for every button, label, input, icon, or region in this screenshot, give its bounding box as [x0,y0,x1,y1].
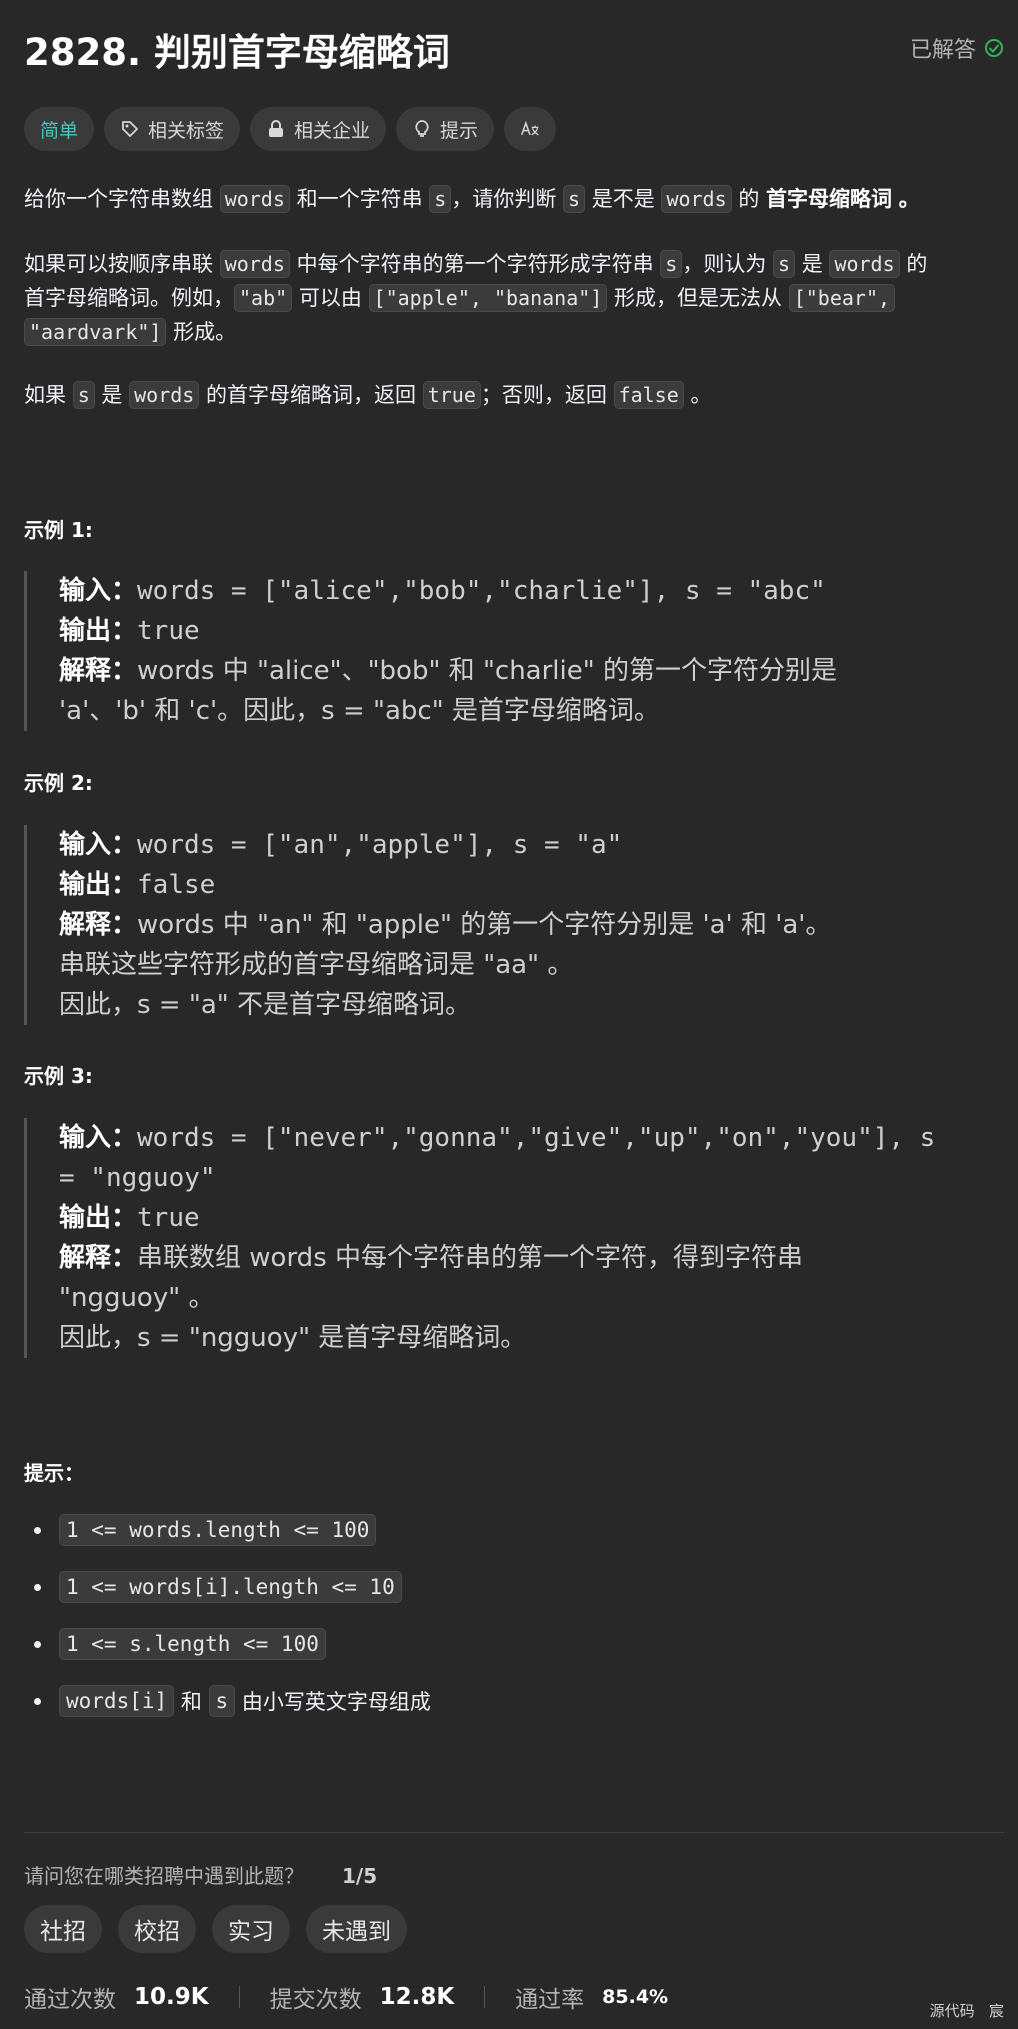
difficulty-badge[interactable]: 简单 [24,107,95,151]
lock-icon [269,120,284,137]
hint-label: 提示 [440,119,479,142]
bullet [34,1640,41,1648]
example-input: words = ["never","gonna","give","up","on… [137,1123,936,1153]
description-paragraph-1: 给你一个字符串数组 words 和一个字符串 s ，请你判断 s 是不是 word… [24,185,920,213]
inline-code: words [661,185,732,213]
solved-status: 已解答 [910,32,1004,64]
solved-label: 已解答 [909,38,976,63]
translate-icon [521,120,539,136]
constraint-item: 1 <= words.length <= 100 [34,1514,377,1546]
inline-code: words [219,185,290,213]
hint-button[interactable]: 提示 [396,107,495,151]
bold-term: 首字母缩略词 [766,187,893,211]
source-code-link[interactable]: 源代码 [930,2002,975,2020]
survey-options: 社招 校招 实习 未遇到 [24,1905,407,1953]
example-output: true [137,616,200,646]
example-explanation: words 中 "an" 和 "apple" 的第一个字符分别是 'a' 和 '… [137,910,832,940]
related-companies-label: 相关企业 [294,119,371,142]
check-circle-icon [985,39,1003,57]
survey-page-indicator: 1/5 [342,1864,378,1888]
description-paragraph-2: 如果可以按顺序串联 words 中每个字符串的第一个字符形成字符串 s ，则认为 … [24,250,928,346]
problem-title: 2828. 判别首字母缩略词 [24,31,450,74]
acceptance-rate: 85.4% [602,1986,669,2008]
survey-option-internship[interactable]: 实习 [212,1905,290,1953]
tag-bar: 简单 相关标签 相关企业 提示 [24,107,557,151]
bullet [34,1697,41,1705]
inline-code: ["bear", [788,284,896,312]
constraint-item: 1 <= words[i].length <= 10 [34,1571,402,1603]
stats-separator [238,1986,240,2008]
example-input: words = ["an","apple"], s = "a" [137,830,623,860]
footer-links: 源代码 宸 [929,2002,1004,2020]
submitted-count: 12.8K [379,1984,455,2010]
description-paragraph-3: 如果 s 是 words 的首字母缩略词，返回 true ；否则，返回 false… [24,381,712,409]
survey-option-campus[interactable]: 校招 [118,1905,196,1953]
example-input: words = ["alice","bob","charlie"], s = "… [137,576,826,606]
bullet [34,1583,41,1591]
inline-code: true [422,381,481,409]
accepted-count: 10.9K [134,1984,209,2010]
stats-separator [484,1986,486,2008]
inline-code: words [129,381,200,409]
inline-code: "aardvark"] [24,318,167,346]
related-companies-button[interactable]: 相关企业 [250,107,387,151]
inline-code: s [72,381,95,409]
survey-question: 请问您在哪类招聘中遇到此题？ 1/5 [24,1864,378,1888]
tag-icon [122,121,138,137]
inline-code: words [219,250,290,278]
constraint-item: 1 <= s.length <= 100 [34,1628,326,1660]
inline-code: ["apple", "banana"] [368,284,608,312]
difficulty-label: 简单 [40,119,79,142]
example-1-title: 示例 1: [24,518,93,542]
example-1-block: 输入：words = ["alice","bob","charlie"], s … [24,571,1004,731]
bullet [34,1526,41,1534]
divider [24,1832,1004,1833]
example-output: true [137,1203,200,1233]
inline-code: "ab" [234,284,293,312]
example-explanation: words 中 "alice"、"bob" 和 "charlie" 的第一个字符… [137,656,837,686]
lightbulb-icon [415,120,429,137]
example-3-title: 示例 3: [24,1064,93,1088]
translate-button[interactable] [504,107,557,151]
inline-code: s [429,185,452,213]
title-row: 2828. 判别首字母缩略词 已解答 [24,22,1004,74]
example-2-block: 输入：words = ["an","apple"], s = "a" 输出：fa… [24,825,1004,1025]
inline-code: s [773,250,796,278]
inline-code: s [563,185,586,213]
example-2-title: 示例 2: [24,771,93,795]
example-3-block: 输入：words = ["never","gonna","give","up",… [24,1118,1004,1358]
survey-option-not-encountered[interactable]: 未遇到 [306,1905,407,1953]
inline-code: s [660,250,683,278]
survey-option-social[interactable]: 社招 [24,1905,102,1953]
inline-code: false [613,381,684,409]
inline-code: words [829,250,900,278]
submission-stats: 通过次数 10.9K 提交次数 12.8K 通过率 85.4% [24,1984,669,2013]
constraints-title: 提示： [24,1461,84,1485]
constraint-item: words[i] 和 s 由小写英文字母组成 [34,1685,431,1717]
example-explanation: 串联数组 words 中每个字符串的第一个字符，得到字符串 [137,1243,803,1273]
example-output: false [137,870,216,900]
related-tags-button[interactable]: 相关标签 [104,107,241,151]
related-tags-label: 相关标签 [148,119,225,142]
